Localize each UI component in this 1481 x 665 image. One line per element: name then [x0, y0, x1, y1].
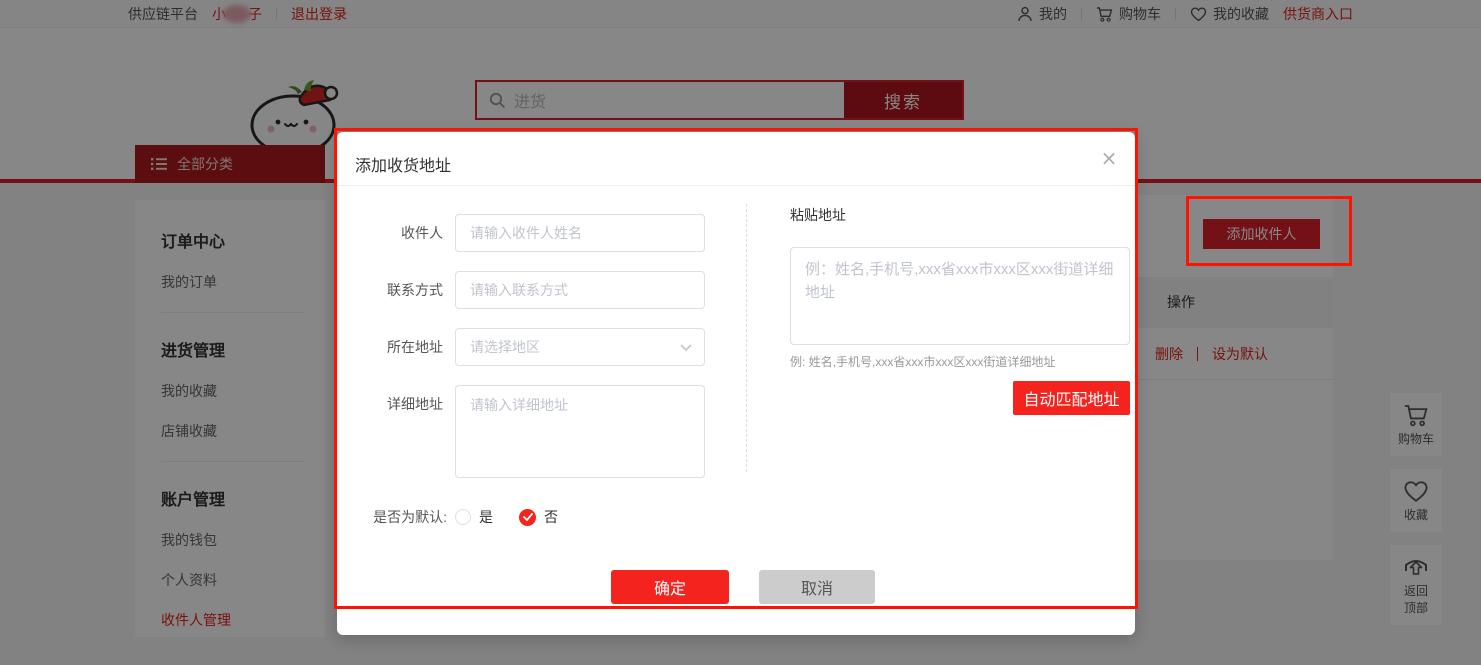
radio-no-checked[interactable]: [519, 509, 536, 526]
is-default-label: 是否为默认:: [355, 507, 455, 527]
divider: [337, 185, 1135, 186]
radio-yes[interactable]: [455, 509, 471, 525]
auto-match-address-button[interactable]: 自动匹配地址: [1013, 381, 1130, 415]
check-icon: [523, 513, 533, 521]
detail-address-textarea[interactable]: [455, 385, 705, 478]
region-select[interactable]: 请选择地区: [455, 328, 705, 366]
confirm-button[interactable]: 确定: [611, 570, 729, 604]
add-address-modal: 添加收货地址 × 收件人 联系方式 所在地址 请选择地区 详细地址 粘贴地址 例…: [337, 132, 1135, 635]
modal-title: 添加收货地址: [355, 152, 451, 176]
detail-address-label: 详细地址: [355, 385, 455, 478]
contact-label: 联系方式: [355, 271, 455, 309]
chevron-down-icon: [680, 344, 692, 352]
radio-no-label[interactable]: 否: [544, 507, 558, 527]
contact-input[interactable]: [455, 271, 705, 309]
paste-address-textarea[interactable]: [790, 247, 1130, 345]
divider: [746, 204, 747, 472]
paste-address-label: 粘贴地址: [790, 205, 846, 225]
region-placeholder: 请选择地区: [470, 339, 540, 355]
recipient-input[interactable]: [455, 214, 705, 252]
paste-address-hint: 例: 姓名,手机号,xxx省xxx市xxx区xxx街道详细地址: [790, 353, 1055, 370]
close-icon[interactable]: ×: [1097, 146, 1121, 170]
cancel-button[interactable]: 取消: [759, 570, 875, 604]
region-label: 所在地址: [355, 328, 455, 366]
radio-yes-label[interactable]: 是: [479, 507, 493, 527]
default-address-row: 是否为默认: 是 否: [355, 507, 558, 527]
recipient-label: 收件人: [355, 214, 455, 252]
